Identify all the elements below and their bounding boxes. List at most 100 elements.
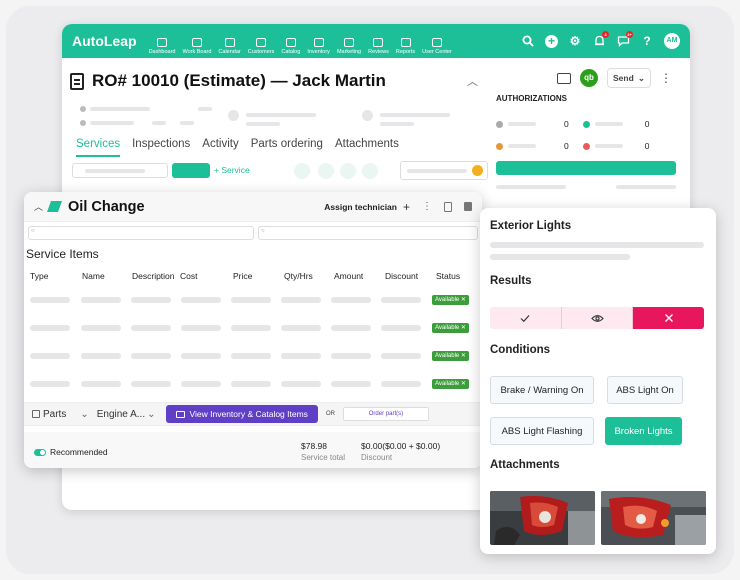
more-icon[interactable]: ⋮ xyxy=(660,71,672,85)
assign-technician-button[interactable]: Assign technician xyxy=(324,202,397,212)
view-inventory-label: View Inventory & Catalog Items xyxy=(189,409,308,419)
gear-icon[interactable]: ⚙ xyxy=(568,34,582,48)
table-row[interactable]: Available ✕ xyxy=(30,351,476,361)
service-search-input[interactable]: ○ xyxy=(258,226,478,240)
placeholder xyxy=(131,325,171,331)
placeholder xyxy=(180,121,194,125)
help-icon[interactable]: ? xyxy=(640,34,654,48)
attachment-photo[interactable] xyxy=(490,491,595,545)
placeholder xyxy=(380,113,450,117)
order-parts-button[interactable]: Order part(s) xyxy=(342,407,429,421)
nav-work-board[interactable]: Work Board xyxy=(182,38,211,55)
auth-count: 0 xyxy=(644,141,650,151)
status-dot xyxy=(582,120,590,128)
placeholder xyxy=(331,353,371,359)
service-notes-input[interactable]: ○ xyxy=(28,226,254,240)
chevron-down-icon[interactable]: ⌄ xyxy=(80,409,88,420)
status-badge[interactable]: Available ✕ xyxy=(432,379,469,389)
table-row[interactable]: Available ✕ xyxy=(30,323,476,333)
nav-marketing[interactable]: Marketing xyxy=(337,38,361,55)
status-badge[interactable]: Available ✕ xyxy=(432,323,469,333)
reviews-icon xyxy=(373,38,384,47)
status-badge[interactable]: Available ✕ xyxy=(432,351,469,361)
placeholder xyxy=(231,353,271,359)
nav-reviews[interactable]: Reviews xyxy=(368,38,389,55)
avatar[interactable]: AM xyxy=(664,33,680,49)
service-search-input[interactable] xyxy=(72,163,168,178)
condition-chip-selected[interactable]: Broken Lights xyxy=(605,417,682,445)
table-row[interactable]: Available ✕ xyxy=(30,295,476,305)
tab-activity[interactable]: Activity xyxy=(202,138,238,157)
eye-off-icon[interactable] xyxy=(294,163,310,179)
tab-services[interactable]: Services xyxy=(76,138,121,157)
result-pass-button[interactable] xyxy=(490,307,562,329)
tab-attachments[interactable]: Attachments xyxy=(335,138,399,157)
placeholder xyxy=(231,297,271,303)
placeholder xyxy=(407,169,467,173)
nav-customers[interactable]: Customers xyxy=(248,38,274,55)
condition-chip[interactable]: ABS Light On xyxy=(607,376,683,404)
add-service-button[interactable]: + Service xyxy=(214,165,250,175)
condition-chip[interactable]: ABS Light Flashing xyxy=(490,417,594,445)
status-badge[interactable]: Available ✕ xyxy=(432,295,469,305)
more-icon[interactable]: ⋮ xyxy=(422,201,432,212)
work-board-icon xyxy=(191,38,202,47)
coin-icon xyxy=(472,165,483,176)
send-button[interactable]: Send ⌄ xyxy=(607,68,651,88)
document-icon xyxy=(70,72,84,90)
tab-parts-ordering[interactable]: Parts ordering xyxy=(251,138,323,157)
ro-tabs: Services Inspections Activity Parts orde… xyxy=(76,138,399,157)
wrench-icon[interactable] xyxy=(318,163,334,179)
document-icon[interactable] xyxy=(444,201,452,212)
table-row[interactable]: Available ✕ xyxy=(30,379,476,389)
add-icon[interactable]: + xyxy=(545,34,558,48)
recommended-toggle[interactable]: Recommended xyxy=(34,447,108,457)
placeholder xyxy=(508,122,536,126)
nav-calendar[interactable]: Calendar xyxy=(218,38,241,55)
toggle-switch[interactable] xyxy=(34,448,46,456)
taillight-image xyxy=(490,491,595,545)
nav-user-center[interactable]: User Center xyxy=(422,38,452,55)
chevron-up-icon[interactable]: ︿ xyxy=(34,200,43,213)
engine-select[interactable]: Engine A... xyxy=(97,409,145,420)
status-label: Available xyxy=(435,353,460,359)
printer-icon[interactable] xyxy=(557,72,571,84)
coupon-field[interactable] xyxy=(400,161,488,180)
ro-header: RO# 10010 (Estimate) — Jack Martin ︿ xyxy=(70,68,482,94)
placeholder xyxy=(181,297,221,303)
user-center-icon xyxy=(431,38,442,47)
search-icon[interactable] xyxy=(521,34,535,48)
app-logo: AutoLeap xyxy=(72,33,137,49)
attachment-photo[interactable] xyxy=(601,491,706,545)
authorize-button[interactable] xyxy=(496,161,676,175)
service-footer: Recommended $78.98 Service total $0.00($… xyxy=(24,432,482,468)
nav-dashboard[interactable]: Dashboard xyxy=(149,38,175,55)
col-price: Price xyxy=(233,271,253,281)
customers-icon xyxy=(256,38,267,47)
quickbooks-icon[interactable]: qb xyxy=(580,69,598,87)
teal-action-button[interactable] xyxy=(172,163,210,178)
user-icon[interactable] xyxy=(362,163,378,179)
dashboard-icon xyxy=(157,38,168,47)
catalog-icon xyxy=(285,38,296,47)
chat-badge: 3+ xyxy=(626,31,633,38)
result-fail-button[interactable] xyxy=(633,307,704,329)
tab-inspections[interactable]: Inspections xyxy=(132,138,190,157)
placeholder xyxy=(81,353,121,359)
nav-catalog[interactable]: Catalog xyxy=(281,38,300,55)
chat-icon[interactable]: 3+ xyxy=(616,31,633,48)
trash-icon[interactable] xyxy=(464,202,472,211)
col-status: Status xyxy=(436,271,461,281)
chevron-up-icon[interactable]: ︿ xyxy=(467,73,478,89)
parts-select[interactable]: Parts xyxy=(43,409,66,420)
chevron-down-icon[interactable]: ⌄ xyxy=(147,409,155,420)
add-icon[interactable]: + xyxy=(403,200,410,214)
chevron-down-icon: ⌄ xyxy=(637,72,645,83)
bell-icon[interactable]: 4 xyxy=(592,31,609,48)
nav-inventory[interactable]: Inventory xyxy=(307,38,330,55)
nav-reports[interactable]: Reports xyxy=(396,38,415,55)
condition-chip[interactable]: Brake / Warning On xyxy=(490,376,594,404)
view-inventory-button[interactable]: View Inventory & Catalog Items xyxy=(165,405,318,423)
tire-icon[interactable] xyxy=(340,163,356,179)
result-attention-button[interactable] xyxy=(561,307,634,329)
